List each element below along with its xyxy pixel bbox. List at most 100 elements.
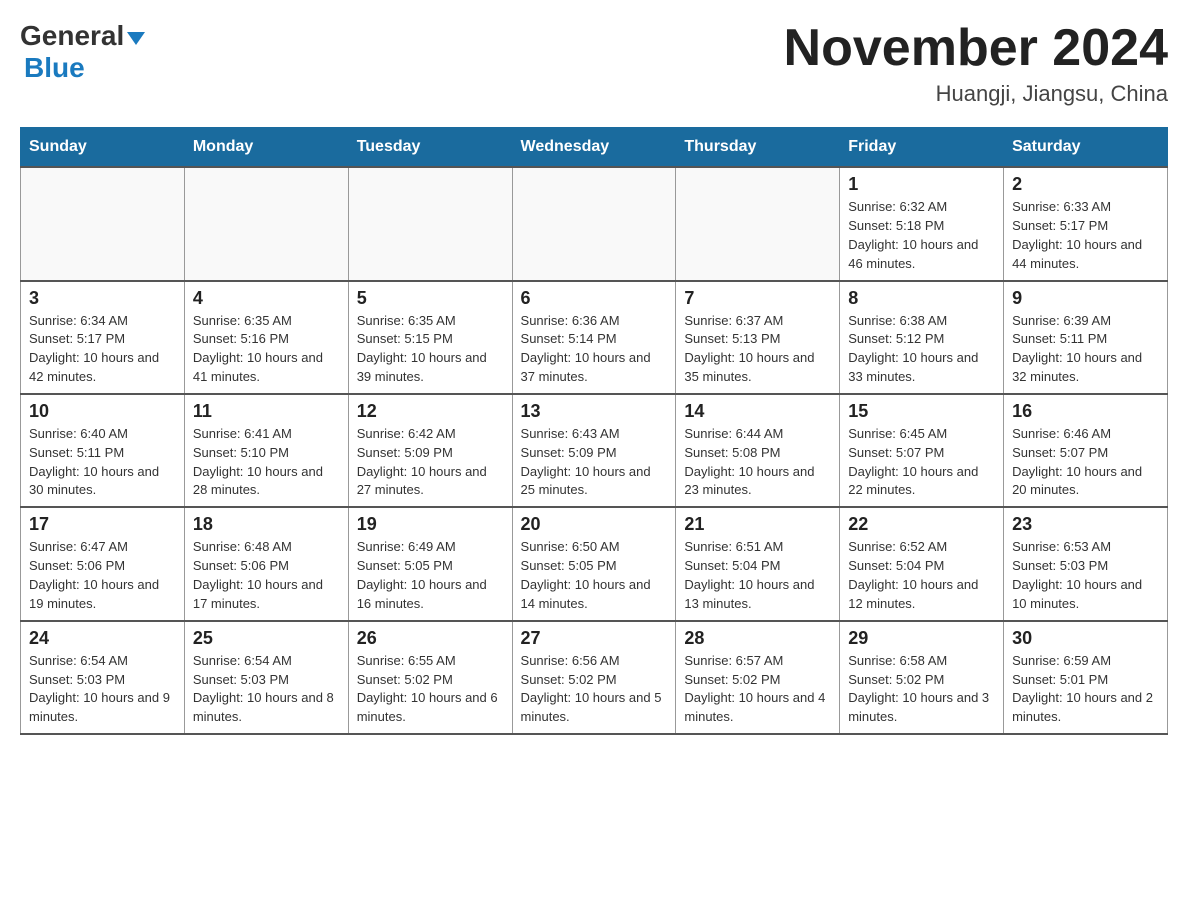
calendar-cell: 3 Sunrise: 6:34 AM Sunset: 5:17 PM Daylig…: [21, 281, 185, 394]
day-info: Sunrise: 6:54 AM Sunset: 5:03 PM Dayligh…: [193, 652, 340, 727]
calendar-cell: 2Sunrise: 6:33 AM Sunset: 5:17 PM Daylig…: [1004, 167, 1168, 280]
day-number: 8: [848, 288, 995, 309]
calendar-week-row: 3 Sunrise: 6:34 AM Sunset: 5:17 PM Daylig…: [21, 281, 1168, 394]
calendar-cell: 13 Sunrise: 6:43 AM Sunset: 5:09 PM Dayli…: [512, 394, 676, 507]
weekday-header-saturday: Saturday: [1004, 128, 1168, 168]
day-info: Sunrise: 6:41 AM Sunset: 5:10 PM Dayligh…: [193, 425, 340, 500]
weekday-header-thursday: Thursday: [676, 128, 840, 168]
day-info: Sunrise: 6:46 AM Sunset: 5:07 PM Dayligh…: [1012, 425, 1159, 500]
weekday-header-wednesday: Wednesday: [512, 128, 676, 168]
day-info: Sunrise: 6:47 AM Sunset: 5:06 PM Dayligh…: [29, 538, 176, 613]
calendar-cell: 10Sunrise: 6:40 AM Sunset: 5:11 PM Dayli…: [21, 394, 185, 507]
page-header: General Blue November 2024 Huangji, Jian…: [20, 20, 1168, 107]
calendar-cell: 21 Sunrise: 6:51 AM Sunset: 5:04 PM Dayli…: [676, 507, 840, 620]
calendar-cell: 26Sunrise: 6:55 AM Sunset: 5:02 PM Dayli…: [348, 621, 512, 734]
day-number: 13: [521, 401, 668, 422]
day-info: Sunrise: 6:40 AM Sunset: 5:11 PM Dayligh…: [29, 425, 176, 500]
day-info: Sunrise: 6:32 AM Sunset: 5:18 PM Dayligh…: [848, 198, 995, 273]
day-number: 16: [1012, 401, 1159, 422]
logo-general-text: General: [20, 20, 124, 52]
calendar-week-row: 1 Sunrise: 6:32 AM Sunset: 5:18 PM Daylig…: [21, 167, 1168, 280]
calendar-week-row: 10Sunrise: 6:40 AM Sunset: 5:11 PM Dayli…: [21, 394, 1168, 507]
calendar-cell: 28 Sunrise: 6:57 AM Sunset: 5:02 PM Dayli…: [676, 621, 840, 734]
day-number: 18: [193, 514, 340, 535]
day-info: Sunrise: 6:53 AM Sunset: 5:03 PM Dayligh…: [1012, 538, 1159, 613]
day-info: Sunrise: 6:37 AM Sunset: 5:13 PM Dayligh…: [684, 312, 831, 387]
month-title: November 2024: [784, 20, 1168, 77]
calendar-cell: 17 Sunrise: 6:47 AM Sunset: 5:06 PM Dayli…: [21, 507, 185, 620]
day-number: 25: [193, 628, 340, 649]
day-info: Sunrise: 6:39 AM Sunset: 5:11 PM Dayligh…: [1012, 312, 1159, 387]
day-info: Sunrise: 6:51 AM Sunset: 5:04 PM Dayligh…: [684, 538, 831, 613]
calendar-cell: 11 Sunrise: 6:41 AM Sunset: 5:10 PM Dayli…: [184, 394, 348, 507]
day-number: 3: [29, 288, 176, 309]
day-info: Sunrise: 6:50 AM Sunset: 5:05 PM Dayligh…: [521, 538, 668, 613]
weekday-header-sunday: Sunday: [21, 128, 185, 168]
calendar-week-row: 17 Sunrise: 6:47 AM Sunset: 5:06 PM Dayli…: [21, 507, 1168, 620]
calendar-header-row: SundayMondayTuesdayWednesdayThursdayFrid…: [21, 128, 1168, 168]
calendar-cell: 20 Sunrise: 6:50 AM Sunset: 5:05 PM Dayli…: [512, 507, 676, 620]
logo: General Blue: [20, 20, 145, 84]
day-info: Sunrise: 6:57 AM Sunset: 5:02 PM Dayligh…: [684, 652, 831, 727]
calendar-cell: 8 Sunrise: 6:38 AM Sunset: 5:12 PM Daylig…: [840, 281, 1004, 394]
day-number: 24: [29, 628, 176, 649]
day-number: 2: [1012, 174, 1159, 195]
day-info: Sunrise: 6:35 AM Sunset: 5:15 PM Dayligh…: [357, 312, 504, 387]
weekday-header-tuesday: Tuesday: [348, 128, 512, 168]
calendar-cell: 19 Sunrise: 6:49 AM Sunset: 5:05 PM Dayli…: [348, 507, 512, 620]
day-number: 26: [357, 628, 504, 649]
day-number: 5: [357, 288, 504, 309]
logo-blue-text: Blue: [24, 52, 85, 83]
day-info: Sunrise: 6:59 AM Sunset: 5:01 PM Dayligh…: [1012, 652, 1159, 727]
weekday-header-friday: Friday: [840, 128, 1004, 168]
calendar-week-row: 24 Sunrise: 6:54 AM Sunset: 5:03 PM Dayli…: [21, 621, 1168, 734]
calendar-cell: [184, 167, 348, 280]
day-number: 20: [521, 514, 668, 535]
day-number: 15: [848, 401, 995, 422]
calendar-cell: 12Sunrise: 6:42 AM Sunset: 5:09 PM Dayli…: [348, 394, 512, 507]
day-info: Sunrise: 6:49 AM Sunset: 5:05 PM Dayligh…: [357, 538, 504, 613]
calendar-cell: 7Sunrise: 6:37 AM Sunset: 5:13 PM Daylig…: [676, 281, 840, 394]
calendar-cell: 4Sunrise: 6:35 AM Sunset: 5:16 PM Daylig…: [184, 281, 348, 394]
calendar-cell: 5 Sunrise: 6:35 AM Sunset: 5:15 PM Daylig…: [348, 281, 512, 394]
day-number: 11: [193, 401, 340, 422]
day-info: Sunrise: 6:48 AM Sunset: 5:06 PM Dayligh…: [193, 538, 340, 613]
location-title: Huangji, Jiangsu, China: [784, 81, 1168, 107]
day-info: Sunrise: 6:36 AM Sunset: 5:14 PM Dayligh…: [521, 312, 668, 387]
day-number: 22: [848, 514, 995, 535]
calendar-cell: 1 Sunrise: 6:32 AM Sunset: 5:18 PM Daylig…: [840, 167, 1004, 280]
day-info: Sunrise: 6:56 AM Sunset: 5:02 PM Dayligh…: [521, 652, 668, 727]
day-info: Sunrise: 6:35 AM Sunset: 5:16 PM Dayligh…: [193, 312, 340, 387]
day-info: Sunrise: 6:52 AM Sunset: 5:04 PM Dayligh…: [848, 538, 995, 613]
calendar-cell: 6 Sunrise: 6:36 AM Sunset: 5:14 PM Daylig…: [512, 281, 676, 394]
day-number: 6: [521, 288, 668, 309]
day-info: Sunrise: 6:43 AM Sunset: 5:09 PM Dayligh…: [521, 425, 668, 500]
day-number: 9: [1012, 288, 1159, 309]
calendar-cell: 27Sunrise: 6:56 AM Sunset: 5:02 PM Dayli…: [512, 621, 676, 734]
calendar-table: SundayMondayTuesdayWednesdayThursdayFrid…: [20, 127, 1168, 735]
day-info: Sunrise: 6:38 AM Sunset: 5:12 PM Dayligh…: [848, 312, 995, 387]
weekday-header-monday: Monday: [184, 128, 348, 168]
day-number: 21: [684, 514, 831, 535]
day-info: Sunrise: 6:34 AM Sunset: 5:17 PM Dayligh…: [29, 312, 176, 387]
calendar-cell: [21, 167, 185, 280]
calendar-cell: 18 Sunrise: 6:48 AM Sunset: 5:06 PM Dayli…: [184, 507, 348, 620]
day-number: 19: [357, 514, 504, 535]
day-info: Sunrise: 6:54 AM Sunset: 5:03 PM Dayligh…: [29, 652, 176, 727]
day-number: 28: [684, 628, 831, 649]
day-number: 14: [684, 401, 831, 422]
day-number: 1: [848, 174, 995, 195]
calendar-cell: 23Sunrise: 6:53 AM Sunset: 5:03 PM Dayli…: [1004, 507, 1168, 620]
calendar-cell: [348, 167, 512, 280]
calendar-cell: 30Sunrise: 6:59 AM Sunset: 5:01 PM Dayli…: [1004, 621, 1168, 734]
day-info: Sunrise: 6:45 AM Sunset: 5:07 PM Dayligh…: [848, 425, 995, 500]
day-number: 17: [29, 514, 176, 535]
title-block: November 2024 Huangji, Jiangsu, China: [784, 20, 1168, 107]
day-info: Sunrise: 6:44 AM Sunset: 5:08 PM Dayligh…: [684, 425, 831, 500]
calendar-cell: 25 Sunrise: 6:54 AM Sunset: 5:03 PM Dayli…: [184, 621, 348, 734]
calendar-cell: 15 Sunrise: 6:45 AM Sunset: 5:07 PM Dayli…: [840, 394, 1004, 507]
calendar-cell: 24 Sunrise: 6:54 AM Sunset: 5:03 PM Dayli…: [21, 621, 185, 734]
calendar-cell: 16 Sunrise: 6:46 AM Sunset: 5:07 PM Dayli…: [1004, 394, 1168, 507]
calendar-cell: [512, 167, 676, 280]
calendar-cell: 14 Sunrise: 6:44 AM Sunset: 5:08 PM Dayli…: [676, 394, 840, 507]
